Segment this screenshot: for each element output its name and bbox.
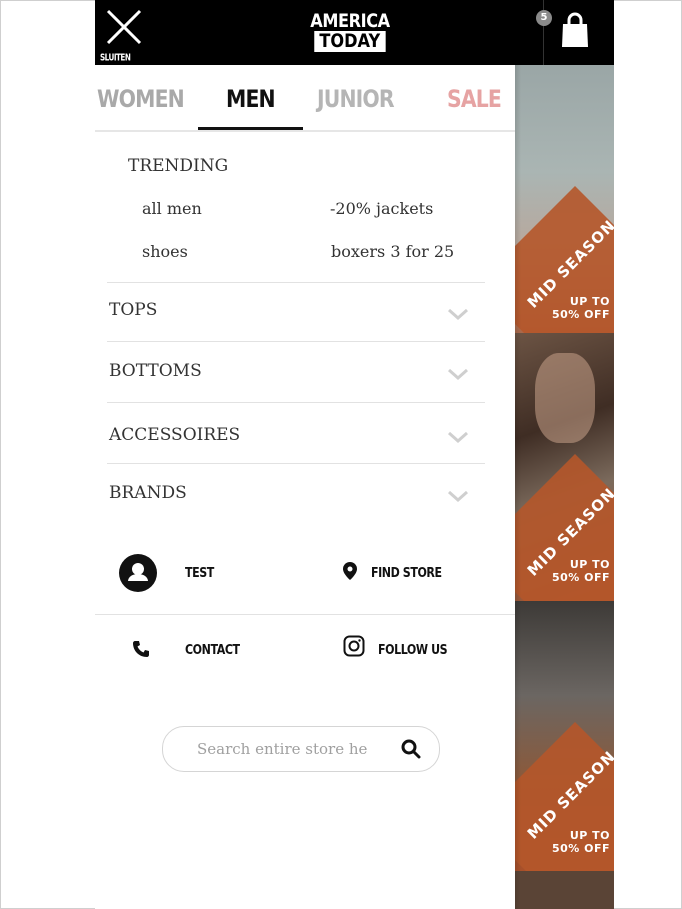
- contact-label: CONTACT: [185, 643, 240, 658]
- menu-overlay-shadow: [515, 65, 521, 909]
- instagram-icon: [343, 635, 365, 657]
- promo-line1: UP TO: [569, 558, 610, 571]
- promo-banner-2[interactable]: MID SEASON UP TO 50% OFF: [515, 333, 614, 601]
- find-store-link[interactable]: FIND STORE: [343, 562, 483, 592]
- top-header: SLUITEN AMERICA TODAY 5: [95, 0, 614, 65]
- trending-link-shoes[interactable]: shoes: [142, 242, 188, 261]
- chevron-down-icon[interactable]: [447, 430, 469, 444]
- promo-line2: 50% OFF: [551, 571, 610, 584]
- category-accessoires[interactable]: ACCESSOIRES: [109, 425, 240, 445]
- logo-line1: AMERICA: [310, 10, 390, 32]
- app-window: MID SEASON UP TO 50% OFF MID SEASON UP T…: [95, 0, 614, 909]
- follow-us-link[interactable]: FOLLOW US: [343, 635, 493, 665]
- divider: [107, 341, 485, 342]
- close-label: SLUITEN: [100, 52, 131, 63]
- trending-link-jackets[interactable]: -20% jackets: [330, 199, 433, 218]
- follow-us-label: FOLLOW US: [378, 643, 448, 658]
- shopping-bag-icon: [562, 12, 588, 47]
- cart-count-badge: 5: [536, 10, 552, 26]
- chevron-down-icon[interactable]: [447, 367, 469, 381]
- phone-icon: [133, 641, 149, 657]
- account-link[interactable]: TEST: [119, 554, 249, 594]
- map-pin-icon: [343, 562, 357, 580]
- user-icon: [119, 554, 157, 592]
- promo-line1: UP TO: [569, 295, 610, 308]
- search-input[interactable]: [197, 737, 393, 761]
- active-tab-indicator: [198, 127, 303, 130]
- menu-panel: WOMEN MEN JUNIOR SALE TRENDING all men -…: [95, 65, 515, 909]
- search-box: [162, 726, 440, 772]
- chevron-down-icon[interactable]: [447, 489, 469, 503]
- tab-junior[interactable]: JUNIOR: [317, 85, 395, 113]
- category-bottoms[interactable]: BOTTOMS: [109, 361, 202, 381]
- banner-photo-face: [535, 353, 595, 443]
- promo-line2: 50% OFF: [551, 308, 610, 321]
- tab-women[interactable]: WOMEN: [97, 85, 185, 113]
- logo-line2: TODAY: [314, 31, 386, 52]
- trending-link-boxers[interactable]: boxers 3 for 25: [331, 242, 454, 261]
- trending-link-all-men[interactable]: all men: [142, 199, 202, 218]
- divider: [107, 282, 485, 283]
- promo-banner-3[interactable]: MID SEASON UP TO 50% OFF: [515, 601, 614, 871]
- promo-line2: 50% OFF: [551, 842, 610, 855]
- category-tops[interactable]: TOPS: [109, 300, 157, 320]
- search-icon[interactable]: [401, 739, 421, 759]
- account-label: TEST: [185, 566, 214, 581]
- site-logo[interactable]: AMERICA TODAY: [300, 10, 400, 52]
- banner-promo-text: UP TO 50% OFF: [552, 295, 610, 321]
- banner-promo-text: UP TO 50% OFF: [552, 558, 610, 584]
- divider: [107, 402, 485, 403]
- close-icon: [106, 9, 142, 45]
- trending-heading: TRENDING: [128, 156, 229, 176]
- promo-banner-4: [515, 871, 614, 909]
- promo-banner-1[interactable]: MID SEASON UP TO 50% OFF: [515, 65, 614, 333]
- close-menu-button[interactable]: SLUITEN: [98, 3, 153, 63]
- contact-link[interactable]: CONTACT: [132, 640, 262, 666]
- tab-sale[interactable]: SALE: [447, 85, 502, 113]
- banner-promo-text: UP TO 50% OFF: [552, 829, 610, 855]
- chevron-down-icon[interactable]: [447, 307, 469, 321]
- tab-men[interactable]: MEN: [226, 85, 276, 113]
- divider: [95, 614, 515, 615]
- category-brands[interactable]: BRANDS: [109, 483, 187, 503]
- divider: [107, 463, 485, 464]
- promo-line1: UP TO: [569, 829, 610, 842]
- find-store-label: FIND STORE: [371, 566, 442, 581]
- gender-tabs: WOMEN MEN JUNIOR SALE: [95, 85, 515, 132]
